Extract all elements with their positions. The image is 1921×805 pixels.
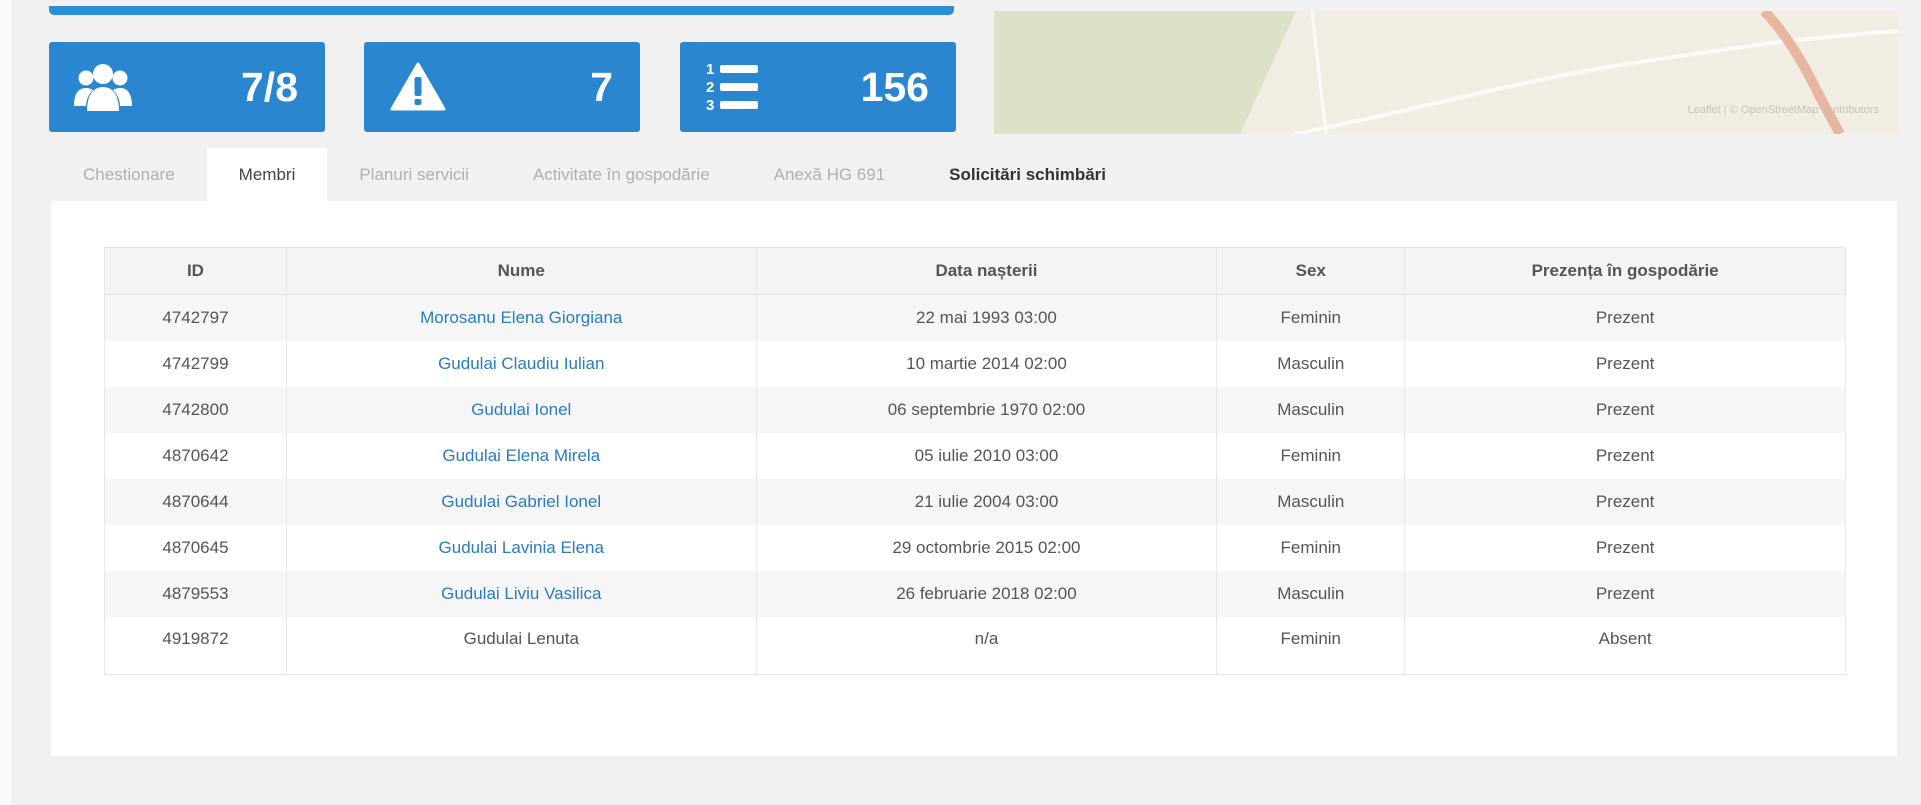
- cell-sex: Feminin: [1216, 524, 1406, 571]
- table-row: 4742799 Gudulai Claudiu Iulian 10 martie 2…: [104, 340, 1846, 387]
- tab-anexa-hg-691[interactable]: Anexă HG 691: [742, 148, 918, 201]
- column-header-data-nasterii[interactable]: Data nașterii: [755, 247, 1218, 295]
- cell-birth-date: n/a: [755, 616, 1218, 675]
- cell-sex: Feminin: [1216, 294, 1406, 341]
- cell-birth-date: 22 mai 1993 03:00: [755, 294, 1218, 341]
- stat-alerts-value: 7: [590, 64, 613, 110]
- cell-sex: Masculin: [1216, 478, 1406, 525]
- cell-sex: Masculin: [1216, 570, 1406, 617]
- cell-name: Gudulai Claudiu Iulian: [285, 340, 757, 387]
- cell-birth-date: 06 septembrie 1970 02:00: [755, 386, 1218, 433]
- cell-birth-date: 05 iulie 2010 03:00: [755, 432, 1218, 479]
- column-header-sex[interactable]: Sex: [1216, 247, 1406, 295]
- table-row: 4919872 Gudulai Lenuta n/a Feminin Absent: [104, 616, 1846, 675]
- cell-name: Morosanu Elena Giorgiana: [285, 294, 757, 341]
- member-name-link[interactable]: Gudulai Claudiu Iulian: [438, 354, 604, 373]
- cell-birth-date: 10 martie 2014 02:00: [755, 340, 1218, 387]
- cell-presence: Prezent: [1404, 386, 1846, 433]
- cell-presence: Prezent: [1404, 340, 1846, 387]
- cell-presence: Absent: [1404, 616, 1846, 675]
- cell-sex: Feminin: [1216, 432, 1406, 479]
- cell-sex: Feminin: [1216, 616, 1406, 675]
- stat-alerts-card[interactable]: 7: [364, 42, 640, 132]
- member-name-link[interactable]: Gudulai Lavinia Elena: [439, 538, 604, 557]
- tab-solicitari-schimbari[interactable]: Solicitări schimbări: [917, 148, 1138, 201]
- cell-id: 4919872: [104, 616, 287, 675]
- tab-chestionare[interactable]: Chestionare: [51, 148, 207, 201]
- cell-presence: Prezent: [1404, 570, 1846, 617]
- map-view[interactable]: Leaflet | © OpenStreetMap contributors: [994, 11, 1899, 134]
- users-icon: [73, 58, 133, 116]
- column-header-nume[interactable]: Nume: [285, 247, 757, 295]
- cell-birth-date: 21 iulie 2004 03:00: [755, 478, 1218, 525]
- column-header-id[interactable]: ID: [104, 247, 287, 295]
- cell-presence: Prezent: [1404, 432, 1846, 479]
- table-row: 4742800 Gudulai Ionel 06 septembrie 1970 0…: [104, 386, 1846, 433]
- table-row: 4879553 Gudulai Liviu Vasilica 26 februari…: [104, 570, 1846, 617]
- cell-presence: Prezent: [1404, 294, 1846, 341]
- map-attribution: Leaflet | © OpenStreetMap contributors: [1687, 104, 1879, 116]
- cell-id: 4870644: [104, 478, 287, 525]
- column-header-prezenta[interactable]: Prezența în gospodărie: [1404, 247, 1846, 295]
- cell-sex: Masculin: [1216, 386, 1406, 433]
- stat-members-value: 7/8: [241, 64, 298, 110]
- top-accent-bar: [49, 6, 954, 15]
- cell-sex: Masculin: [1216, 340, 1406, 387]
- svg-text:1: 1: [706, 61, 714, 78]
- cell-id: 4870645: [104, 524, 287, 571]
- cell-name: Gudulai Lavinia Elena: [285, 524, 757, 571]
- members-panel: ID Nume Data nașterii Sex Prezența în go…: [51, 201, 1897, 756]
- members-table: ID Nume Data nașterii Sex Prezența în go…: [104, 247, 1846, 675]
- cell-name: Gudulai Liviu Vasilica: [285, 570, 757, 617]
- warning-icon: [388, 58, 448, 116]
- cell-id: 4742800: [104, 386, 287, 433]
- member-name-link[interactable]: Gudulai Gabriel Ionel: [441, 492, 601, 511]
- member-name-link[interactable]: Gudulai Ionel: [471, 400, 571, 419]
- tab-bar: Chestionare Membri Planuri servicii Acti…: [51, 148, 1138, 201]
- cell-name: Gudulai Ionel: [285, 386, 757, 433]
- cell-id: 4742799: [104, 340, 287, 387]
- cell-presence: Prezent: [1404, 524, 1846, 571]
- numbered-list-icon: 1 2 3: [704, 58, 764, 116]
- table-row: 4870642 Gudulai Elena Mirela 05 iulie 2010…: [104, 432, 1846, 479]
- stat-list-card[interactable]: 1 2 3 156: [680, 42, 956, 132]
- tab-planuri-servicii[interactable]: Planuri servicii: [327, 148, 501, 201]
- tab-membri[interactable]: Membri: [206, 148, 328, 201]
- member-name-link[interactable]: Gudulai Liviu Vasilica: [441, 584, 601, 603]
- svg-text:3: 3: [706, 97, 714, 114]
- tab-activitate-gospodarie[interactable]: Activitate în gospodărie: [501, 148, 742, 201]
- table-row: 4742797 Morosanu Elena Giorgiana 22 mai 19…: [104, 294, 1846, 341]
- cell-name: Gudulai Lenuta: [285, 616, 757, 675]
- cell-presence: Prezent: [1404, 478, 1846, 525]
- cell-name: Gudulai Elena Mirela: [285, 432, 757, 479]
- member-name-link[interactable]: Morosanu Elena Giorgiana: [420, 308, 622, 327]
- page-edge: [0, 0, 11, 805]
- table-header-row: ID Nume Data nașterii Sex Prezența în go…: [104, 247, 1846, 295]
- member-name-link[interactable]: Gudulai Elena Mirela: [442, 446, 600, 465]
- table-row: 4870645 Gudulai Lavinia Elena 29 octombrie…: [104, 524, 1846, 571]
- cell-birth-date: 29 octombrie 2015 02:00: [755, 524, 1218, 571]
- table-row: 4870644 Gudulai Gabriel Ionel 21 iulie 200…: [104, 478, 1846, 525]
- cell-birth-date: 26 februarie 2018 02:00: [755, 570, 1218, 617]
- cell-id: 4870642: [104, 432, 287, 479]
- cell-id: 4742797: [104, 294, 287, 341]
- cell-id: 4879553: [104, 570, 287, 617]
- stat-list-value: 156: [860, 64, 929, 110]
- cell-name: Gudulai Gabriel Ionel: [285, 478, 757, 525]
- stat-members-card[interactable]: 7/8: [49, 42, 325, 132]
- svg-text:2: 2: [706, 79, 714, 96]
